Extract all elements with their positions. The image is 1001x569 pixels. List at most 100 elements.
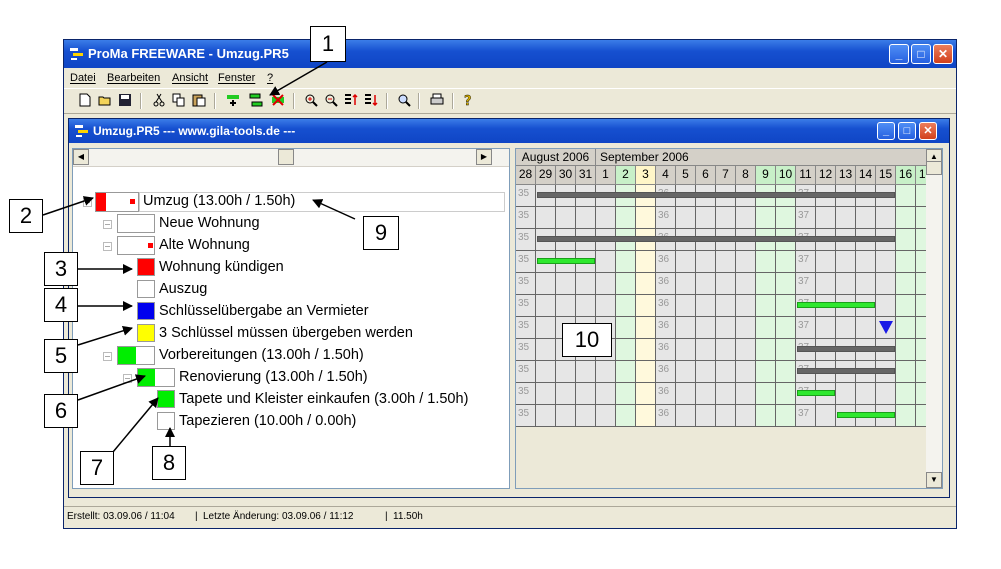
gantt-cell[interactable] — [716, 339, 736, 361]
gantt-cell[interactable] — [676, 383, 696, 405]
gantt-cell[interactable] — [856, 207, 876, 229]
app-titlebar[interactable]: ProMa FREEWARE - Umzug.PR5 _ □ ✕ — [64, 40, 956, 68]
gantt-cell[interactable] — [896, 383, 916, 405]
gantt-cell[interactable] — [876, 295, 896, 317]
menu-bearbeiten[interactable]: Bearbeiten — [107, 72, 160, 84]
gantt-cell[interactable] — [896, 229, 916, 251]
gantt-cell[interactable] — [896, 295, 916, 317]
collapse-toggle[interactable] — [123, 374, 132, 383]
gantt-cell[interactable] — [716, 207, 736, 229]
gantt-cell[interactable] — [756, 295, 776, 317]
link-icon[interactable] — [249, 93, 263, 107]
gantt-cell[interactable] — [596, 251, 616, 273]
sort-down-icon[interactable] — [364, 93, 378, 107]
doc-minimize-button[interactable]: _ — [877, 122, 895, 140]
gantt-cell[interactable] — [736, 405, 756, 427]
gantt-cell[interactable] — [596, 361, 616, 383]
gantt-cell[interactable] — [816, 405, 836, 427]
gantt-cell[interactable] — [816, 317, 836, 339]
summary-bar[interactable] — [797, 368, 895, 374]
gantt-cell[interactable] — [616, 339, 636, 361]
cut-icon[interactable] — [152, 93, 166, 107]
gantt-cell[interactable] — [536, 295, 556, 317]
gantt-cell[interactable] — [896, 273, 916, 295]
gantt-cell[interactable] — [576, 273, 596, 295]
gantt-cell[interactable] — [876, 273, 896, 295]
paste-icon[interactable] — [192, 93, 206, 107]
gantt-cell[interactable] — [536, 383, 556, 405]
gantt-cell[interactable] — [776, 251, 796, 273]
find-icon[interactable] — [397, 93, 411, 107]
gantt-cell[interactable] — [716, 361, 736, 383]
task-bar[interactable] — [797, 302, 875, 308]
gantt-cell[interactable] — [736, 361, 756, 383]
maximize-button[interactable]: □ — [911, 44, 931, 64]
new-icon[interactable] — [78, 93, 92, 107]
gantt-cell[interactable] — [716, 295, 736, 317]
task-color-green[interactable] — [157, 390, 175, 408]
gantt-cell[interactable] — [696, 295, 716, 317]
gantt-cell[interactable] — [536, 405, 556, 427]
milestone-color-blue[interactable] — [137, 302, 155, 320]
task-color-white[interactable] — [137, 280, 155, 298]
gantt-cell[interactable] — [896, 317, 916, 339]
tree-row-alte-wohnung[interactable]: Alte Wohnung — [159, 235, 250, 256]
gantt-cell[interactable] — [756, 361, 776, 383]
tree-row-renovierung[interactable]: Renovierung (13.00h / 1.50h) — [179, 367, 368, 388]
gantt-cell[interactable] — [896, 405, 916, 427]
gantt-cell[interactable] — [616, 361, 636, 383]
gantt-cell[interactable] — [856, 383, 876, 405]
gantt-cell[interactable] — [636, 405, 656, 427]
gantt-cell[interactable] — [696, 339, 716, 361]
tree-row-tapete-kleister[interactable]: Tapete und Kleister einkaufen (3.00h / 1… — [179, 389, 468, 410]
summary-bar[interactable] — [537, 192, 895, 198]
scroll-right-icon[interactable]: ▶ — [476, 149, 492, 165]
task-color-box[interactable] — [117, 236, 155, 255]
gantt-cell[interactable] — [636, 207, 656, 229]
scroll-thumb[interactable] — [278, 149, 294, 165]
task-color-box[interactable] — [117, 346, 155, 365]
gantt-cell[interactable] — [676, 295, 696, 317]
collapse-toggle[interactable] — [83, 198, 92, 207]
zoom-out-icon[interactable] — [324, 93, 338, 107]
gantt-cell[interactable] — [856, 251, 876, 273]
gantt-cell[interactable] — [776, 295, 796, 317]
gantt-cell[interactable] — [836, 317, 856, 339]
doc-maximize-button[interactable]: □ — [898, 122, 916, 140]
copy-icon[interactable] — [172, 93, 186, 107]
gantt-cell[interactable] — [716, 251, 736, 273]
gantt-cell[interactable] — [596, 405, 616, 427]
gantt-cell[interactable] — [596, 383, 616, 405]
gantt-cell[interactable] — [676, 405, 696, 427]
gantt-cell[interactable] — [676, 339, 696, 361]
task-color-box[interactable] — [137, 368, 175, 387]
scroll-left-icon[interactable]: ◀ — [73, 149, 89, 165]
gantt-cell[interactable] — [776, 273, 796, 295]
gantt-cell[interactable] — [636, 339, 656, 361]
gantt-cell[interactable] — [696, 273, 716, 295]
gantt-cell[interactable] — [776, 207, 796, 229]
menu-datei[interactable]: Datei — [70, 72, 96, 84]
gantt-cell[interactable] — [636, 361, 656, 383]
gantt-cell[interactable] — [836, 273, 856, 295]
gantt-cell[interactable] — [776, 317, 796, 339]
gantt-cell[interactable] — [836, 383, 856, 405]
gantt-cell[interactable] — [556, 361, 576, 383]
gantt-cell[interactable] — [556, 295, 576, 317]
tree-row-neue-wohnung[interactable]: Neue Wohnung — [159, 213, 260, 234]
gantt-cell[interactable] — [716, 317, 736, 339]
gantt-cell[interactable] — [756, 273, 776, 295]
gantt-cell[interactable] — [836, 251, 856, 273]
note-color-yellow[interactable] — [137, 324, 155, 342]
task-color-box[interactable] — [95, 192, 139, 212]
close-button[interactable]: ✕ — [933, 44, 953, 64]
gantt-cell[interactable] — [576, 207, 596, 229]
gantt-cell[interactable] — [696, 251, 716, 273]
horizontal-scrollbar[interactable]: ◀ ▶ — [73, 149, 509, 167]
gantt-cell[interactable] — [596, 273, 616, 295]
gantt-cell[interactable] — [596, 207, 616, 229]
menu-fenster[interactable]: Fenster — [218, 72, 255, 84]
gantt-cell[interactable] — [876, 383, 896, 405]
sort-up-icon[interactable] — [344, 93, 358, 107]
gantt-cell[interactable] — [896, 339, 916, 361]
